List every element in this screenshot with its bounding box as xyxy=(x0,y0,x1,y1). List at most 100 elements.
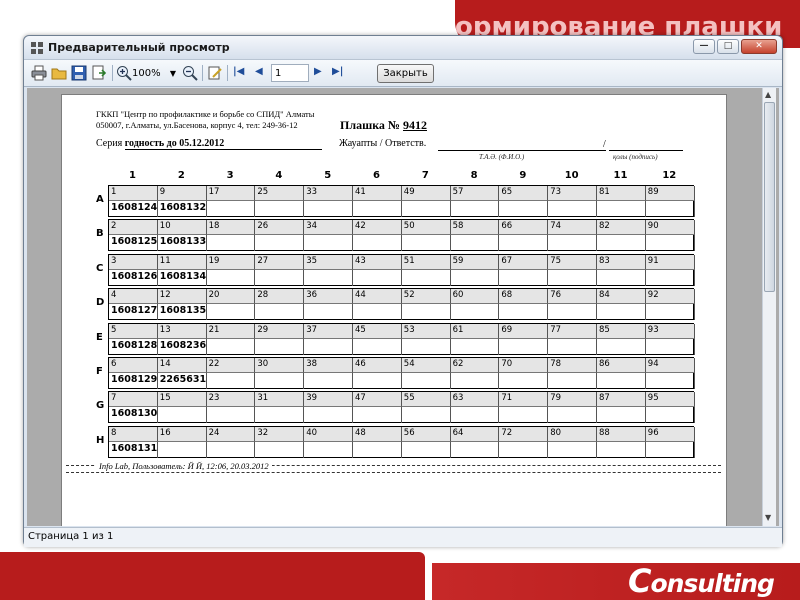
sample-code xyxy=(548,269,597,286)
close-window-button[interactable]: ✕ xyxy=(741,39,777,54)
well-number: 36 xyxy=(304,289,353,305)
well-number: 96 xyxy=(645,426,695,442)
previous-page-icon[interactable]: ◀ xyxy=(255,66,263,77)
well-number: 9 xyxy=(157,186,207,201)
well-number: 79 xyxy=(548,392,597,408)
well-number: 8 xyxy=(109,426,158,442)
preview-viewport[interactable]: ГККП "Центр по профилактике и борьбе со … xyxy=(27,88,779,526)
sample-code: 1608130 xyxy=(109,407,158,424)
toolbar-separator xyxy=(202,65,203,81)
well-number: 83 xyxy=(597,254,646,270)
plate-row: 4 1608127 12 1608135 20 28 36 44 52 60 68 76 84 92 xyxy=(108,288,695,321)
vertical-scrollbar[interactable]: ▲ ▼ xyxy=(762,88,776,526)
sample-code xyxy=(402,407,451,424)
sample-code xyxy=(255,235,305,252)
sample-code xyxy=(499,235,549,252)
zoom-in-icon[interactable] xyxy=(116,65,132,81)
well-number: 85 xyxy=(597,323,646,339)
row-label: E xyxy=(96,331,103,343)
sample-code xyxy=(646,304,695,321)
sample-code xyxy=(353,373,402,389)
last-page-icon[interactable]: ▶| xyxy=(332,66,343,77)
open-folder-icon[interactable] xyxy=(51,65,67,81)
save-icon[interactable] xyxy=(71,65,87,81)
sample-code xyxy=(207,407,256,424)
well-number: 53 xyxy=(401,323,451,339)
well-number: 4 xyxy=(109,289,158,305)
series-line: Серия годность до 05.12.2012 xyxy=(96,138,322,150)
export-icon[interactable] xyxy=(91,65,107,81)
well-number: 55 xyxy=(401,392,451,408)
sample-code xyxy=(646,407,695,424)
well-number: 87 xyxy=(597,392,646,408)
zoom-select[interactable]: 100% ▼ xyxy=(132,65,178,82)
well-number: 10 xyxy=(157,220,207,236)
sample-code xyxy=(548,201,597,217)
well-number: 69 xyxy=(499,323,549,339)
column-header: 4 xyxy=(275,170,283,181)
well-number: 61 xyxy=(450,323,500,339)
well-number: 84 xyxy=(597,289,646,305)
sample-code xyxy=(353,269,402,286)
close-preview-button[interactable]: Закрыть xyxy=(377,64,434,83)
well-number: 40 xyxy=(304,426,353,442)
well-number: 57 xyxy=(450,186,500,201)
minimize-button[interactable]: — xyxy=(693,39,715,54)
zoom-value: 100% xyxy=(132,68,161,79)
edit-page-icon[interactable] xyxy=(207,65,223,81)
print-icon[interactable] xyxy=(31,65,47,81)
status-page-count: Страница 1 из 1 xyxy=(28,531,114,542)
plate-label: Плашка № xyxy=(340,118,400,132)
well-number: 26 xyxy=(255,220,305,236)
plate-row: 5 1608128 13 1608236 21 29 37 45 53 61 69 77 85 93 xyxy=(108,322,695,355)
well-number: 18 xyxy=(206,220,256,236)
well-number: 23 xyxy=(206,392,256,408)
sample-code xyxy=(548,407,597,424)
well-number: 92 xyxy=(645,289,695,305)
sample-code xyxy=(646,441,695,458)
well-number: 70 xyxy=(499,358,549,373)
sample-code xyxy=(207,269,256,286)
scroll-up-icon[interactable]: ▲ xyxy=(765,90,771,99)
sample-code xyxy=(597,201,646,217)
well-number: 32 xyxy=(255,426,305,442)
scrollbar-thumb[interactable] xyxy=(764,102,775,292)
scroll-down-icon[interactable]: ▼ xyxy=(765,513,771,522)
first-page-icon[interactable]: |◀ xyxy=(233,66,244,77)
sample-code xyxy=(402,269,451,286)
sample-code xyxy=(597,235,646,252)
sample-code xyxy=(207,441,256,458)
zoom-out-icon[interactable] xyxy=(182,65,198,81)
sample-code xyxy=(402,441,451,458)
sample-code xyxy=(255,373,305,389)
sample-code xyxy=(304,235,353,252)
well-number: 90 xyxy=(645,220,695,236)
column-header: 9 xyxy=(519,170,527,181)
next-page-icon[interactable]: ▶ xyxy=(314,66,322,77)
plate-row: 8 1608131 16 24 32 40 48 56 64 72 80 88 96 xyxy=(108,425,695,458)
well-number: 47 xyxy=(353,392,402,408)
maximize-button[interactable]: □ xyxy=(717,39,739,54)
well-number: 19 xyxy=(206,254,256,270)
well-number: 39 xyxy=(304,392,353,408)
well-number: 71 xyxy=(499,392,549,408)
responsible-separator: / xyxy=(603,139,606,150)
well-number: 12 xyxy=(157,289,207,305)
sample-code xyxy=(499,304,549,321)
sample-code: 1608126 xyxy=(109,269,158,286)
column-header: 11 xyxy=(613,170,628,181)
sample-code xyxy=(499,338,549,355)
well-number: 95 xyxy=(645,392,695,408)
well-number: 75 xyxy=(548,254,597,270)
page-number-input[interactable] xyxy=(271,64,309,82)
sample-code xyxy=(158,441,207,458)
well-number: 46 xyxy=(353,358,402,373)
well-number: 88 xyxy=(597,426,646,442)
responsible-name-line xyxy=(438,150,606,151)
well-number: 43 xyxy=(353,254,402,270)
well-number: 3 xyxy=(109,254,158,270)
preview-window: Предварительный просмотр — □ ✕ 100% ▼ |◀… xyxy=(23,35,783,547)
sample-code: 1608132 xyxy=(158,201,207,217)
well-number: 11 xyxy=(157,254,207,270)
status-bar: Страница 1 из 1 xyxy=(24,527,782,547)
